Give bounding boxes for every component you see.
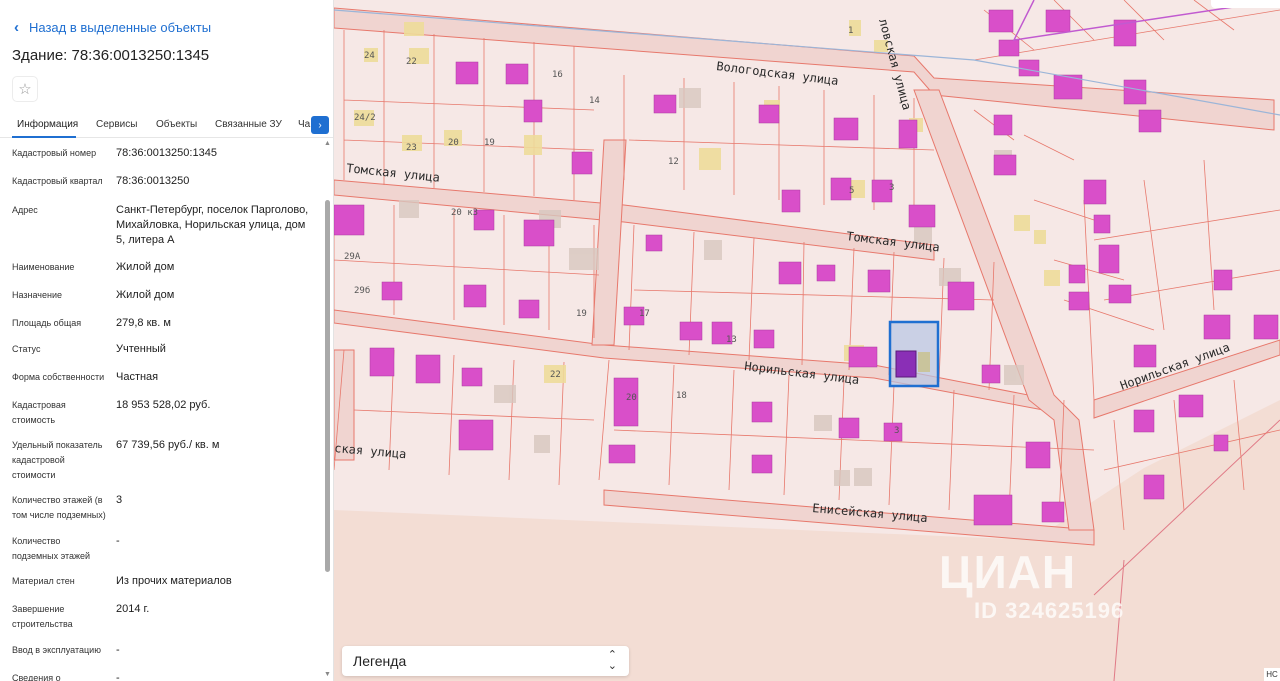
property-value: Жилой дом <box>116 289 175 301</box>
star-icon: ☆ <box>18 81 32 98</box>
property-value: Частная <box>116 371 159 383</box>
tabs-scroll-right-button[interactable]: › <box>311 116 329 134</box>
lot-number: 20 <box>448 138 459 148</box>
watermark-id: ID 324625196 <box>974 598 1125 623</box>
legend-label: Легенда <box>353 653 407 669</box>
property-label: Назначение <box>12 290 63 300</box>
back-to-selected-link[interactable]: ‹ Назад в выделенные объекты <box>14 20 211 35</box>
property-label: Количество подземных этажей <box>12 536 91 561</box>
legend-dropdown[interactable]: Легенда ⌃ ⌄ <box>342 646 629 676</box>
corner-tag: НС <box>1264 668 1280 681</box>
lot-number: 24/2 <box>354 113 376 123</box>
property-value: 67 739,56 руб./ кв. м <box>116 439 220 451</box>
tab-services[interactable]: Сервисы <box>96 119 137 130</box>
app-window: ‹ Назад в выделенные объекты Здание: 78:… <box>0 0 1280 681</box>
property-value: 2014 г. <box>116 603 150 615</box>
property-value: 3 <box>116 494 123 506</box>
watermark-logo: ЦИАН <box>939 546 1077 598</box>
tab-related-lots[interactable]: Связанные ЗУ <box>215 119 282 130</box>
property-label: Кадастровый квартал <box>12 176 103 186</box>
property-value: 279,8 кв. м <box>116 317 171 329</box>
lot-number: 22 <box>550 370 561 380</box>
property-value: 78:36:0013250:1345 <box>116 147 217 159</box>
property-list: Кадастровый номер 78:36:0013250:1345 Кад… <box>0 140 322 681</box>
tab-information[interactable]: Информация <box>17 119 78 130</box>
cadastral-map[interactable]: Вологодская улица Томская улица Томская … <box>334 0 1280 681</box>
property-value: 78:36:0013250 <box>116 175 190 187</box>
page-title: Здание: 78:36:0013250:1345 <box>12 47 210 64</box>
scroll-down-icon[interactable]: ▼ <box>324 671 331 678</box>
chevron-left-icon: ‹ <box>14 19 19 36</box>
favorite-star-button[interactable]: ☆ <box>12 76 38 102</box>
road <box>591 139 627 346</box>
property-value: Жилой дом <box>116 261 175 273</box>
lot-number: 29б <box>354 285 370 296</box>
lot-number: 20 <box>626 393 637 403</box>
lot-number: 20 к3 <box>451 208 478 218</box>
property-value: - <box>116 535 120 547</box>
lot-number: 12 <box>668 157 679 167</box>
property-label: Удельный показатель кадастровой стоимост… <box>12 440 103 480</box>
tab-bar: Информация Сервисы Объекты Связанные ЗУ … <box>0 114 333 138</box>
scroll-up-icon[interactable]: ▲ <box>324 140 331 147</box>
tab-objects[interactable]: Объекты <box>156 119 197 130</box>
property-label: Ввод в эксплуатацию <box>12 645 101 655</box>
property-label: Статус <box>12 344 41 354</box>
active-tab-indicator <box>12 136 76 138</box>
property-label: Количество этажей (в том числе подземных… <box>12 495 106 520</box>
property-label: Материал стен <box>12 576 75 586</box>
lot-number: 22 <box>406 57 417 67</box>
street-label: Томская улица <box>346 161 441 185</box>
property-value: 18 953 528,02 руб. <box>116 399 211 411</box>
property-value: - <box>116 644 120 656</box>
lot-number: 19 <box>576 309 587 319</box>
lot-number: 29А <box>344 252 361 262</box>
lot-number: 24 <box>364 51 375 61</box>
map-canvas[interactable]: Вологодская улица Томская улица Томская … <box>334 0 1280 681</box>
chevron-right-icon: › <box>318 119 322 131</box>
property-value: Из прочих материалов <box>116 575 232 587</box>
property-label: Завершение строительства <box>12 604 73 629</box>
panel-scrollbar[interactable]: ▲ ▼ <box>323 140 331 681</box>
property-label: Адрес <box>12 205 38 215</box>
scrollbar-thumb[interactable] <box>325 200 330 572</box>
lot-number: 16 <box>552 70 563 80</box>
building-footprints <box>334 9 1279 526</box>
selected-building-annex <box>918 352 930 372</box>
property-value: Санкт-Петербург, поселок Парголово, Миха… <box>116 204 309 246</box>
sort-arrows-icon: ⌃ ⌄ <box>607 649 617 672</box>
lot-number: 18 <box>676 391 687 401</box>
property-value: Учтенный <box>116 343 166 355</box>
object-info-panel: ‹ Назад в выделенные объекты Здание: 78:… <box>0 0 334 681</box>
lot-number: 14 <box>589 96 600 106</box>
lot-number: 3 <box>894 426 899 436</box>
lot-number: 13 <box>726 335 737 345</box>
lot-number: 5 <box>849 186 854 196</box>
property-label: Сведения о включении <box>12 673 61 681</box>
lot-number: 19 <box>484 138 495 148</box>
lot-number: 1 <box>848 26 853 36</box>
lot-number: 17 <box>639 309 650 319</box>
back-link-label: Назад в выделенные объекты <box>29 20 212 35</box>
map-toolbar-edge <box>1211 0 1280 8</box>
property-label: Кадастровый номер <box>12 148 97 158</box>
property-value: - <box>116 672 120 681</box>
lot-number: 23 <box>406 143 417 153</box>
property-label: Кадастровая стоимость <box>12 400 66 425</box>
property-label: Наименование <box>12 262 75 272</box>
lot-number: 3 <box>889 183 894 193</box>
property-label: Площадь общая <box>12 318 82 328</box>
tab-partial[interactable]: Ча <box>298 119 310 130</box>
selected-building <box>895 350 917 378</box>
property-label: Форма собственности <box>12 372 105 382</box>
